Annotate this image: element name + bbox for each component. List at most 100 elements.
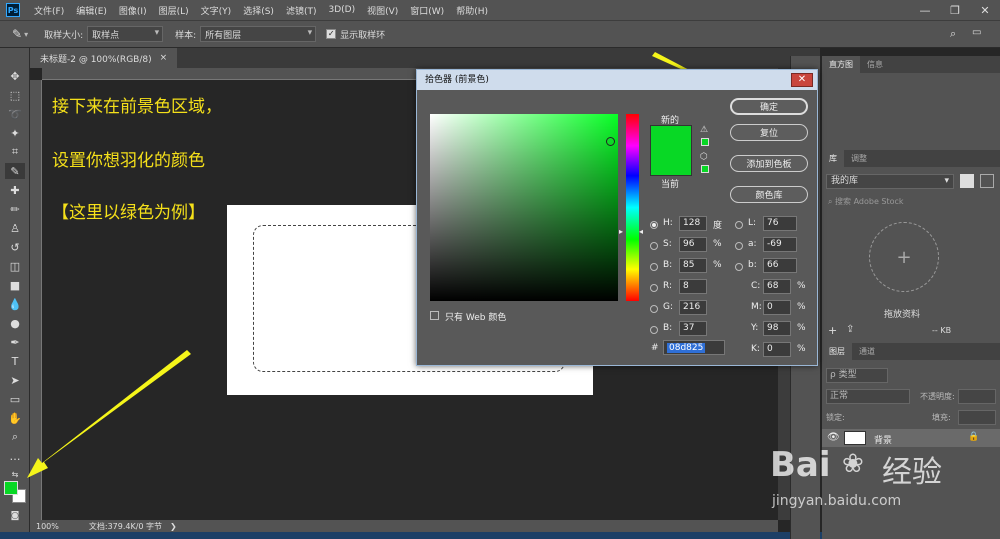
web-safe-cube-icon[interactable]: ⬡ bbox=[700, 152, 708, 162]
history-brush-tool-icon[interactable]: ↺ bbox=[5, 239, 25, 255]
swap-colors-icon[interactable]: ⇆ bbox=[5, 466, 25, 482]
radio-h[interactable] bbox=[650, 221, 658, 229]
zoom-level[interactable]: 100% bbox=[36, 522, 59, 531]
tab-close-icon[interactable]: × bbox=[160, 53, 168, 63]
menu-view[interactable]: 视图(V) bbox=[361, 4, 404, 17]
dialog-close-button[interactable]: ✕ bbox=[791, 73, 813, 87]
field-k[interactable]: 0 bbox=[763, 342, 791, 357]
quick-mask-icon[interactable]: ◙ bbox=[5, 508, 25, 524]
web-colors-checkbox[interactable] bbox=[430, 311, 439, 320]
hue-arrow-right-icon[interactable]: ◂ bbox=[639, 227, 643, 236]
field-g[interactable]: 216 bbox=[679, 300, 707, 315]
list-view-icon[interactable] bbox=[980, 174, 994, 188]
close-window-button[interactable]: ✕ bbox=[970, 0, 1000, 20]
add-icon[interactable]: + bbox=[828, 324, 837, 337]
brush-tool-icon[interactable]: ✏ bbox=[5, 201, 25, 217]
field-lab-b[interactable]: 66 bbox=[763, 258, 797, 273]
field-c[interactable]: 68 bbox=[763, 279, 791, 294]
type-tool-icon[interactable]: T bbox=[5, 353, 25, 369]
dodge-tool-icon[interactable]: ● bbox=[5, 315, 25, 331]
zoom-tool-icon[interactable]: ⌕ bbox=[5, 429, 25, 445]
upload-icon[interactable]: ⇪ bbox=[846, 324, 854, 335]
radio-lab-b[interactable] bbox=[735, 263, 743, 271]
color-field-cursor[interactable] bbox=[606, 137, 615, 146]
hue-slider[interactable] bbox=[626, 114, 639, 301]
tab-histogram[interactable]: 直方图 bbox=[822, 56, 860, 73]
path-select-tool-icon[interactable]: ➤ bbox=[5, 372, 25, 388]
tab-info[interactable]: 信息 bbox=[860, 56, 890, 73]
eyedropper-icon[interactable]: ✎ bbox=[12, 27, 22, 41]
web-safe-swatch[interactable] bbox=[701, 165, 709, 173]
radio-a[interactable] bbox=[735, 242, 743, 250]
hex-field[interactable]: 08d825 bbox=[663, 340, 725, 355]
eyedropper-tool-icon[interactable]: ✎ bbox=[5, 163, 25, 179]
library-select[interactable]: 我的库 ▾ bbox=[826, 174, 954, 189]
blend-mode-select[interactable]: 正常 bbox=[826, 389, 910, 404]
field-b[interactable]: 85 bbox=[679, 258, 707, 273]
status-chevron-icon[interactable]: ❯ bbox=[170, 522, 177, 531]
menu-file[interactable]: 文件(F) bbox=[28, 4, 70, 17]
menu-image[interactable]: 图像(I) bbox=[113, 4, 153, 17]
menu-window[interactable]: 窗口(W) bbox=[404, 4, 450, 17]
tab-libraries[interactable]: 库 bbox=[822, 150, 844, 167]
gradient-tool-icon[interactable]: ■ bbox=[5, 277, 25, 293]
gamut-swatch[interactable] bbox=[701, 138, 709, 146]
menu-edit[interactable]: 编辑(E) bbox=[70, 4, 113, 17]
menu-filter[interactable]: 滤镜(T) bbox=[280, 4, 323, 17]
crop-tool-icon[interactable]: ⌗ bbox=[5, 144, 25, 160]
radio-r[interactable] bbox=[650, 284, 658, 292]
lasso-tool-icon[interactable]: ➰ bbox=[5, 106, 25, 122]
pen-tool-icon[interactable]: ✒ bbox=[5, 334, 25, 350]
field-y[interactable]: 98 bbox=[763, 321, 791, 336]
grid-view-icon[interactable] bbox=[960, 174, 974, 188]
healing-brush-tool-icon[interactable]: ✚ bbox=[5, 182, 25, 198]
radio-blue[interactable] bbox=[650, 326, 658, 334]
color-libraries-button[interactable]: 颜色库 bbox=[730, 186, 808, 203]
tool-preset-chevron-icon[interactable]: ▾ bbox=[24, 30, 28, 39]
menu-type[interactable]: 文字(Y) bbox=[195, 4, 238, 17]
menu-help[interactable]: 帮助(H) bbox=[450, 4, 494, 17]
saturation-brightness-field[interactable] bbox=[430, 114, 618, 301]
menu-select[interactable]: 选择(S) bbox=[237, 4, 280, 17]
gamut-warning-icon[interactable]: ⚠ bbox=[700, 125, 708, 135]
tab-channels[interactable]: 通道 bbox=[852, 343, 882, 360]
move-tool-icon[interactable]: ✥ bbox=[5, 68, 25, 84]
visibility-eye-icon[interactable]: 👁 bbox=[827, 432, 840, 443]
layer-kind-filter[interactable]: ρ 类型 bbox=[826, 368, 888, 383]
tab-adjustments[interactable]: 调整 bbox=[844, 150, 874, 167]
field-l[interactable]: 76 bbox=[763, 216, 797, 231]
show-ring-checkbox[interactable]: ✓ bbox=[326, 29, 337, 39]
tab-layers[interactable]: 图层 bbox=[822, 343, 852, 360]
marquee-tool-icon[interactable]: ⬚ bbox=[5, 87, 25, 103]
hand-tool-icon[interactable]: ✋ bbox=[5, 410, 25, 426]
more-tools-icon[interactable]: … bbox=[5, 448, 25, 464]
radio-s[interactable] bbox=[650, 242, 658, 250]
radio-b[interactable] bbox=[650, 263, 658, 271]
quick-select-tool-icon[interactable]: ✦ bbox=[5, 125, 25, 141]
workspace-icon[interactable]: ▭ bbox=[972, 27, 981, 38]
minimize-button[interactable]: — bbox=[910, 0, 940, 20]
reset-button[interactable]: 复位 bbox=[730, 124, 808, 141]
foreground-color-swatch[interactable] bbox=[4, 481, 18, 495]
add-to-swatches-button[interactable]: 添加到色板 bbox=[730, 155, 808, 172]
field-h[interactable]: 128 bbox=[679, 216, 707, 231]
hue-arrow-left-icon[interactable]: ▸ bbox=[619, 227, 623, 236]
radio-l[interactable] bbox=[735, 221, 743, 229]
eraser-tool-icon[interactable]: ◫ bbox=[5, 258, 25, 274]
shape-tool-icon[interactable]: ▭ bbox=[5, 391, 25, 407]
blur-tool-icon[interactable]: 💧 bbox=[5, 296, 25, 312]
sample-size-select[interactable]: 取样点 bbox=[87, 26, 164, 42]
field-m[interactable]: 0 bbox=[763, 300, 791, 315]
field-s[interactable]: 96 bbox=[679, 237, 707, 252]
field-blue[interactable]: 37 bbox=[679, 321, 707, 336]
stamp-tool-icon[interactable]: ♙ bbox=[5, 220, 25, 236]
current-color-swatch[interactable] bbox=[650, 151, 692, 176]
sample-select[interactable]: 所有图层 bbox=[200, 26, 317, 42]
maximize-button[interactable]: ❐ bbox=[940, 0, 970, 20]
drop-target-icon[interactable]: + bbox=[869, 222, 939, 292]
stock-search[interactable]: ⌕ 搜索 Adobe Stock bbox=[822, 194, 1000, 210]
menu-layer[interactable]: 图层(L) bbox=[153, 4, 195, 17]
opacity-field[interactable] bbox=[958, 389, 996, 404]
ok-button[interactable]: 确定 bbox=[730, 98, 808, 115]
document-tab[interactable]: 未标题-2 @ 100%(RGB/8) × bbox=[30, 48, 178, 68]
